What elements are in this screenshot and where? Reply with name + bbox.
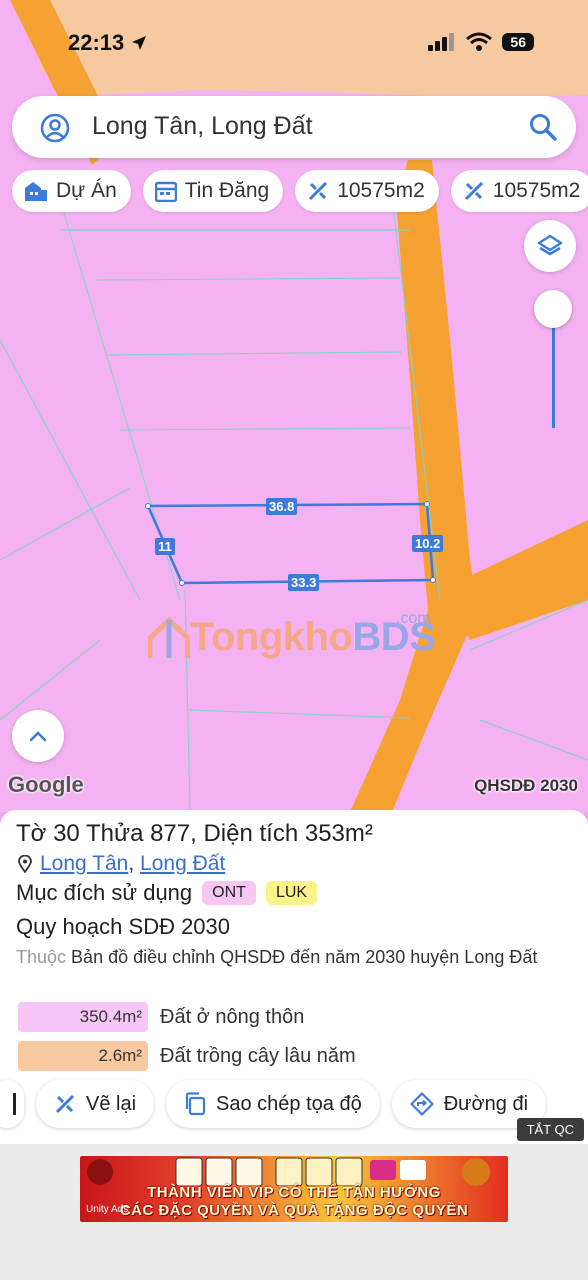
filter-chips: Dự Án Tin Đăng 10575m2 10575m2	[12, 170, 588, 212]
usage-badge-ont: ONT	[202, 881, 256, 905]
land-use-row: 350.4m² Đất ở nông thôn	[18, 1002, 304, 1032]
building-icon	[25, 182, 47, 201]
chip-label: Dự Án	[56, 179, 117, 202]
parcel-location: Long Tân, Long Đất	[18, 852, 225, 876]
battery-indicator: 56	[502, 33, 534, 51]
watermark-suffix: .com	[396, 610, 431, 627]
ad-cards-graphic	[87, 1157, 490, 1186]
land-use-label: Đất ở nông thôn	[160, 1005, 305, 1028]
google-logo: Google	[8, 772, 84, 797]
chip-tin-dang[interactable]: Tin Đăng	[142, 170, 284, 212]
status-bar: 22:13 56	[0, 0, 588, 88]
chip-area-1[interactable]: 10575m2	[295, 170, 439, 212]
chip-label: 10575m2	[492, 179, 581, 202]
land-use-label: Đất trồng cây lâu năm	[160, 1044, 356, 1067]
close-ad-button[interactable]: TẮT QC	[516, 1118, 584, 1141]
search-input[interactable]: Long Tân, Long Đất	[92, 112, 313, 141]
copy-icon	[185, 1092, 206, 1116]
search-bar[interactable]: Long Tân, Long Đất	[12, 96, 576, 158]
ruler-icon	[55, 1094, 75, 1114]
measure-icon	[464, 181, 483, 201]
directions-icon	[410, 1092, 434, 1116]
user-icon[interactable]	[40, 113, 70, 143]
wifi-icon	[466, 32, 493, 51]
ad-banner[interactable]: THÀNH VIÊN VIP CÓ THỂ TẬN HƯỞNG CÁC ĐẶC …	[80, 1156, 508, 1222]
usage-row: Mục đích sử dụng ONT LUK	[16, 880, 318, 906]
location-district-link[interactable]: Long Đất	[140, 852, 225, 875]
layers-button[interactable]	[524, 220, 576, 272]
dimension-bottom-label: 33.3	[288, 574, 320, 591]
action-label: Đường đi	[443, 1092, 529, 1115]
location-arrow-icon	[132, 36, 147, 50]
status-time: 22:13	[68, 30, 148, 56]
house-icon	[148, 616, 190, 658]
chevron-up-icon	[29, 731, 47, 742]
watermark-text-part1: Tongkho	[190, 615, 353, 659]
ad-headline-2: CÁC ĐẶC QUYỀN VÀ QUÀ TẶNG ĐỘC QUYỀN	[119, 1202, 469, 1219]
chip-du-an[interactable]: Dự Án	[12, 170, 131, 212]
plan-description: Thuộc Bản đồ điều chỉnh QHSDĐ đến năm 20…	[16, 944, 576, 971]
plan-desc-text: Bản đồ điều chỉnh QHSDĐ đến năm 2030 huy…	[71, 947, 538, 967]
map-pin-icon	[18, 855, 32, 873]
ad-area: THÀNH VIÊN VIP CÓ THỂ TẬN HƯỞNG CÁC ĐẶC …	[0, 1144, 588, 1280]
measure-icon	[309, 181, 328, 201]
usage-label: Mục đích sử dụng	[16, 880, 193, 905]
ad-headline-1: THÀNH VIÊN VIP CÓ THỂ TẬN HƯỞNG	[147, 1184, 441, 1201]
land-use-row: 2.6m² Đất trồng cây lâu năm	[18, 1041, 356, 1071]
plan-title: Quy hoạch SDĐ 2030	[16, 914, 231, 939]
location-separator: ,	[128, 852, 135, 875]
calendar-icon	[154, 181, 177, 202]
parcel-info-sheet: Tờ 30 Thửa 877, Diện tích 353m² Long Tân…	[0, 810, 588, 1144]
dimension-left-label: 11	[155, 538, 175, 555]
chip-label: Tin Đăng	[184, 179, 270, 202]
copy-coordinates-button[interactable]: Sao chép tọa độ	[166, 1080, 380, 1128]
action-label: Sao chép tọa độ	[216, 1092, 362, 1115]
map-view[interactable]: 36.8 11 10.2 33.3 Tongkho BDS .com 22:13	[0, 0, 588, 812]
action-bar: Vẽ lại Sao chép tọa độ Đường đi	[0, 1080, 547, 1128]
chip-area-2[interactable]: 10575m2	[450, 170, 588, 212]
usage-badge-luk: LUK	[265, 881, 318, 905]
search-icon[interactable]	[528, 112, 558, 142]
ad-brand-label: Unity Ads	[86, 1204, 129, 1215]
parcel-title: Tờ 30 Thửa 877, Diện tích 353m²	[16, 820, 373, 847]
dimension-right-label: 10.2	[412, 535, 444, 552]
plan-prefix: Thuộc	[16, 947, 67, 967]
action-label: Vẽ lại	[86, 1092, 137, 1115]
land-use-area-swatch: 2.6m²	[18, 1041, 148, 1071]
layers-icon	[537, 234, 563, 256]
watermark-logo: Tongkho BDS .com	[148, 610, 436, 660]
redraw-button[interactable]: Vẽ lại	[36, 1080, 155, 1128]
chip-label: 10575m2	[337, 179, 425, 202]
land-use-area-swatch: 350.4m²	[18, 1002, 148, 1032]
location-commune-link[interactable]: Long Tân	[40, 852, 128, 875]
action-button-partial[interactable]	[0, 1080, 24, 1128]
expand-up-button[interactable]	[12, 710, 64, 762]
map-layer-label: QHSDĐ 2030	[474, 776, 578, 795]
zoom-slider-thumb[interactable]	[534, 290, 572, 328]
signal-icon	[428, 33, 455, 51]
dimension-top-label: 36.8	[266, 498, 298, 515]
